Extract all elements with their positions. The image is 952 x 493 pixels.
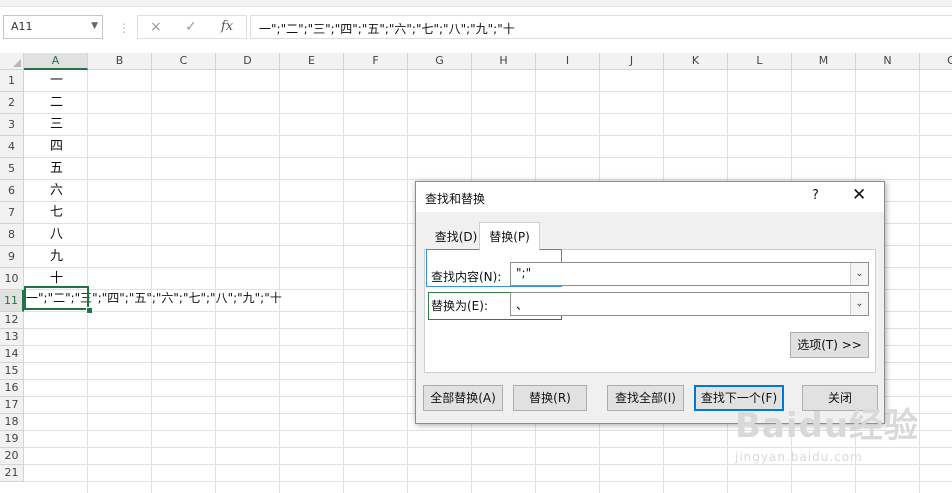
grid-row-line (24, 113, 952, 114)
replace-with-dropdown-icon[interactable]: ⌄ (850, 293, 868, 315)
column-header-g[interactable]: G (408, 53, 472, 70)
name-box-dropdown-icon[interactable]: ▼ (91, 21, 98, 31)
column-header-j[interactable]: J (600, 53, 664, 70)
row-header-12[interactable]: 12 (0, 312, 24, 329)
column-header-e[interactable]: E (280, 53, 344, 70)
column-header-i[interactable]: I (536, 53, 600, 70)
find-all-button[interactable]: 查找全部(I) (607, 385, 684, 411)
cell-a7[interactable]: 七 (25, 202, 88, 223)
grid-row-line (24, 179, 952, 180)
replace-with-input[interactable]: 、 ⌄ (510, 292, 869, 316)
find-what-dropdown-icon[interactable]: ⌄ (850, 263, 868, 285)
row-header-4[interactable]: 4 (0, 136, 24, 158)
watermark-logo: Baidu经验 (735, 406, 920, 446)
row-header-13[interactable]: 13 (0, 329, 24, 346)
find-what-value: ";" (516, 266, 532, 280)
row-header-17[interactable]: 17 (0, 397, 24, 414)
column-header-f[interactable]: F (344, 53, 408, 70)
row-header-11[interactable]: 11 (0, 290, 24, 312)
enter-icon[interactable]: ✓ (185, 19, 197, 35)
cell-a9[interactable]: 九 (25, 246, 88, 267)
row-header-6[interactable]: 6 (0, 180, 24, 202)
row-header-7[interactable]: 7 (0, 202, 24, 224)
cell-a6[interactable]: 六 (25, 180, 88, 201)
name-box-value: A11 (11, 20, 33, 33)
row-header-8[interactable]: 8 (0, 224, 24, 246)
row-header-15[interactable]: 15 (0, 363, 24, 380)
cell-a1[interactable]: 一 (25, 70, 88, 91)
row-header-14[interactable]: 14 (0, 346, 24, 363)
row-header-9[interactable]: 9 (0, 246, 24, 268)
options-button[interactable]: 选项(T) >> (790, 332, 869, 358)
grid-row-line (24, 157, 952, 158)
column-header-n[interactable]: N (856, 53, 920, 70)
column-header-k[interactable]: K (664, 53, 728, 70)
column-header-a[interactable]: A (24, 53, 88, 70)
active-cell-border (24, 286, 89, 310)
replace-all-button[interactable]: 全部替换(A) (423, 385, 503, 411)
close-icon[interactable]: ✕ (852, 185, 866, 205)
cancel-icon[interactable]: × (150, 19, 162, 35)
row-header-16[interactable]: 16 (0, 380, 24, 397)
row-header-20[interactable]: 20 (0, 448, 24, 465)
column-header-h[interactable]: H (472, 53, 536, 70)
formula-bar-divider-icon: ⋮ (118, 21, 130, 35)
cell-a5[interactable]: 五 (25, 158, 88, 179)
cell-a2[interactable]: 二 (25, 92, 88, 113)
dialog-title: 查找和替换 (425, 192, 486, 206)
dialog-titlebar[interactable]: 查找和替换 ? ✕ (416, 182, 884, 212)
formula-bar: A11 ▼ ⋮ × ✓ fx 一";"二";"三";"四";"五";"六";"七… (0, 7, 952, 47)
column-header-b[interactable]: B (88, 53, 152, 70)
row-header-2[interactable]: 2 (0, 92, 24, 114)
tab-replace[interactable]: 替换(P) (479, 222, 540, 251)
row-header-5[interactable]: 5 (0, 158, 24, 180)
row-header-19[interactable]: 19 (0, 431, 24, 448)
replace-with-label: 替换为(E): (431, 299, 488, 313)
name-box[interactable]: A11 ▼ (3, 15, 103, 39)
formula-text: 一";"二";"三";"四";"五";"六";"七";"八";"九";"十 (259, 22, 515, 36)
column-header-l[interactable]: L (728, 53, 792, 70)
fill-handle[interactable] (86, 307, 93, 314)
replace-button[interactable]: 替换(R) (513, 385, 587, 411)
row-header-3[interactable]: 3 (0, 114, 24, 136)
cell-a4[interactable]: 四 (25, 136, 88, 157)
row-header-18[interactable]: 18 (0, 414, 24, 431)
grid-row-line (24, 135, 952, 136)
cell-a3[interactable]: 三 (25, 114, 88, 135)
grid-row-line (24, 91, 952, 92)
grid-row-line (24, 481, 952, 482)
baidu-watermark: Baidu经验 jingyan.baidu.com (735, 398, 945, 478)
column-header-d[interactable]: D (216, 53, 280, 70)
select-all-triangle-icon (13, 59, 21, 67)
row-header-1[interactable]: 1 (0, 70, 24, 92)
cell-a8[interactable]: 八 (25, 224, 88, 245)
insert-function-icon[interactable]: fx (221, 19, 233, 34)
column-header-c[interactable]: C (152, 53, 216, 70)
window-top-strip (0, 0, 952, 7)
column-header-o[interactable]: O (920, 53, 952, 70)
find-what-input[interactable]: ";" ⌄ (510, 262, 869, 286)
help-icon[interactable]: ? (812, 188, 819, 203)
select-all-corner[interactable] (0, 53, 24, 70)
formula-bar-buttons: × ✓ fx (137, 15, 247, 39)
find-what-label: 查找内容(N): (431, 270, 502, 284)
watermark-url: jingyan.baidu.com (735, 450, 863, 464)
tab-find[interactable]: 查找(D) (427, 226, 485, 250)
formula-input[interactable]: 一";"二";"三";"四";"五";"六";"七";"八";"九";"十 (250, 15, 952, 39)
row-header-10[interactable]: 10 (0, 268, 24, 290)
find-replace-dialog: 查找和替换 ? ✕ 查找(D) 替换(P) 查找内容(N): ";" ⌄ 替换为… (415, 181, 885, 424)
row-header-21[interactable]: 21 (0, 465, 24, 482)
column-header-m[interactable]: M (792, 53, 856, 70)
replace-with-value: 、 (516, 298, 529, 312)
